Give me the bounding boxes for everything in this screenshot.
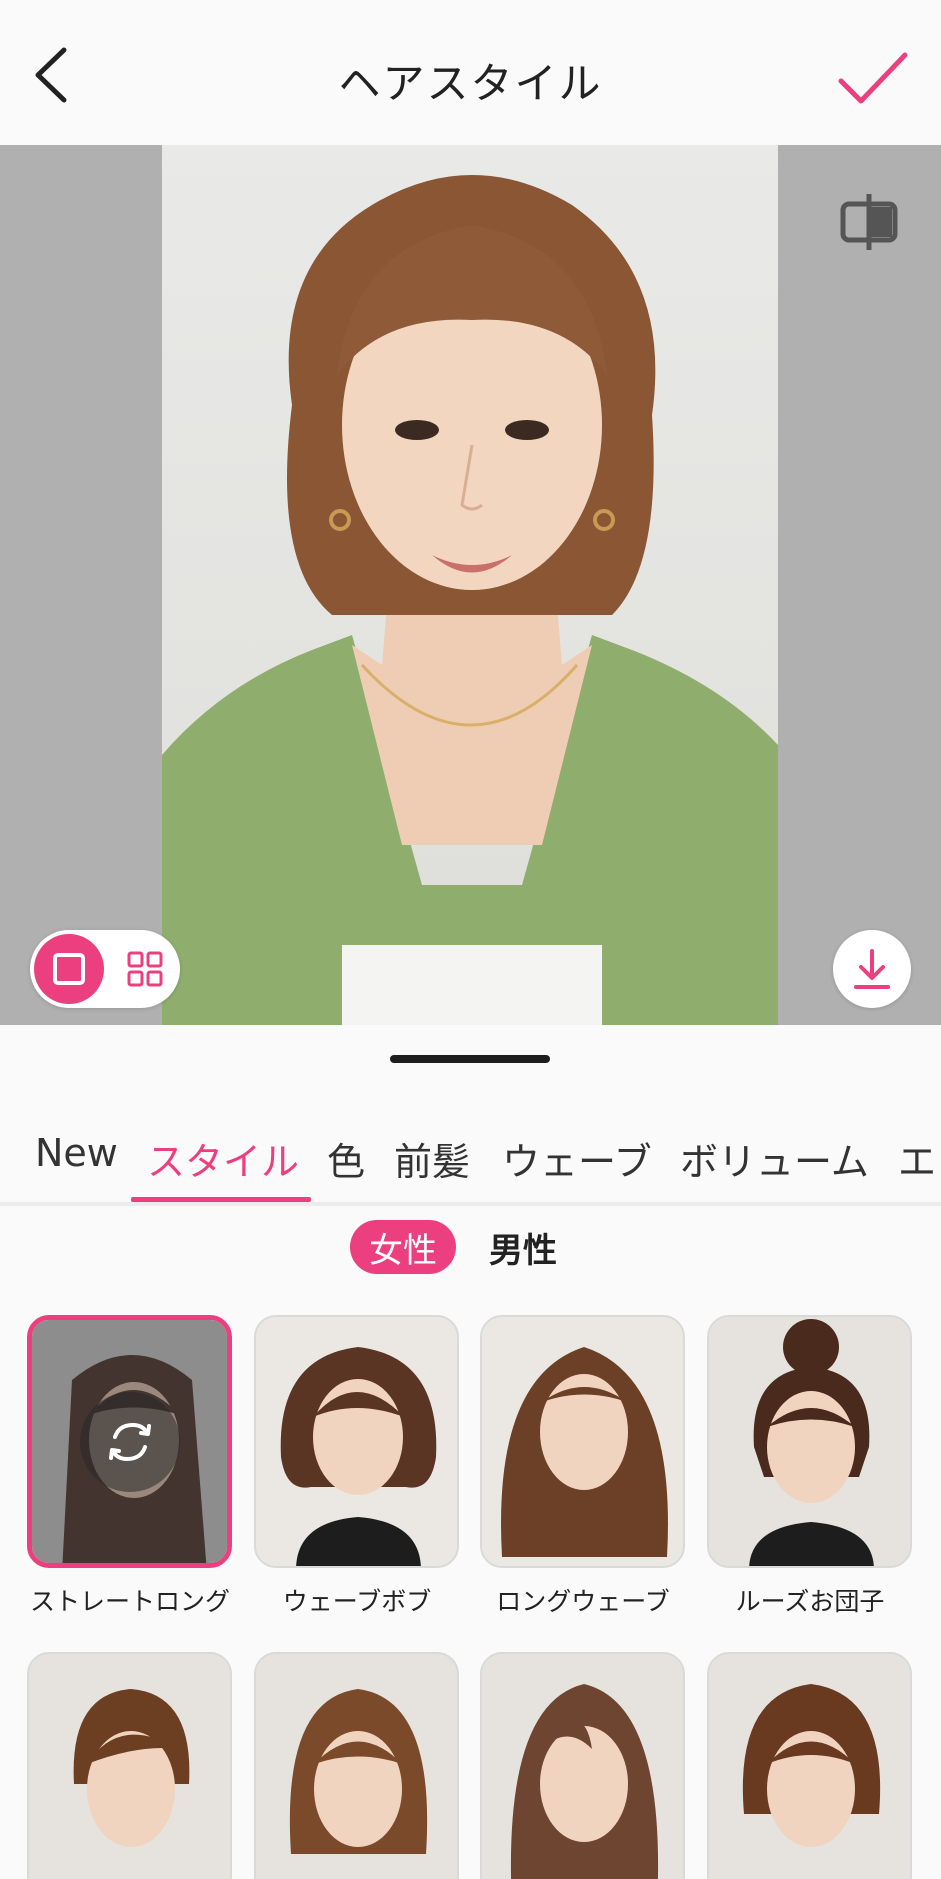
square-icon <box>53 953 85 985</box>
sheet-drag-handle[interactable] <box>390 1055 550 1063</box>
tab-style[interactable]: スタイル <box>147 1131 299 1186</box>
style-card-short-wavy[interactable] <box>707 1652 912 1879</box>
single-view-button[interactable] <box>34 934 104 1004</box>
page-title: ヘアスタイル <box>338 59 603 108</box>
compare-button[interactable] <box>837 190 901 254</box>
photo-preview-area <box>0 145 941 1025</box>
tab-new[interactable]: New <box>35 1131 118 1175</box>
style-label: ストレートロング <box>29 1587 230 1616</box>
tab-wave[interactable]: ウェーブ <box>502 1131 652 1186</box>
style-card-long-straight[interactable] <box>480 1652 685 1879</box>
gender-female-button[interactable]: 女性 <box>350 1220 456 1274</box>
download-button[interactable] <box>833 930 911 1008</box>
portrait-illustration <box>162 175 778 1025</box>
style-card-long-wave[interactable] <box>480 1315 685 1568</box>
style-card-straight-long[interactable] <box>27 1315 232 1568</box>
style-thumbnail <box>709 1317 910 1566</box>
category-tabs: New スタイル 色 前髪 ウェーブ ボリューム エ <box>0 1125 941 1205</box>
style-thumbnail <box>256 1317 457 1566</box>
refresh-button[interactable] <box>79 1391 180 1492</box>
grid-view-button[interactable] <box>118 942 172 996</box>
portrait-photo[interactable] <box>162 145 778 1025</box>
tabs-divider <box>0 1202 941 1206</box>
tab-color[interactable]: 色 <box>327 1131 365 1186</box>
top-bar: ヘアスタイル <box>0 0 941 145</box>
style-panel: New スタイル 色 前髪 ウェーブ ボリューム エ 女性 男性 ストレートロン… <box>0 1025 941 1879</box>
grid-icon <box>127 951 163 987</box>
style-thumbnail <box>29 1654 230 1879</box>
style-thumbnail <box>482 1317 683 1566</box>
tab-more[interactable]: エ <box>898 1131 936 1186</box>
style-card-bob[interactable] <box>254 1652 459 1879</box>
tab-bangs[interactable]: 前髪 <box>394 1131 470 1186</box>
style-thumbnail <box>709 1654 910 1879</box>
style-thumbnail <box>256 1654 457 1879</box>
refresh-icon <box>108 1422 151 1461</box>
view-mode-toggle <box>30 930 180 1008</box>
style-card-loose-bun[interactable] <box>707 1315 912 1568</box>
gender-male-button[interactable]: 男性 <box>478 1220 568 1274</box>
compare-icon <box>840 194 898 250</box>
check-icon <box>838 52 908 104</box>
download-icon <box>854 949 890 989</box>
style-card-wave-bob[interactable] <box>254 1315 459 1568</box>
style-label: ウェーブボブ <box>282 1587 432 1616</box>
style-label: ロングウェーブ <box>496 1587 670 1616</box>
style-thumbnail <box>482 1654 683 1879</box>
confirm-button[interactable] <box>833 45 913 115</box>
style-card-short-pixie[interactable] <box>27 1652 232 1879</box>
style-label: ルーズお団子 <box>735 1587 885 1616</box>
gender-filter: 女性 男性 <box>0 1220 941 1280</box>
tab-volume[interactable]: ボリューム <box>680 1131 869 1186</box>
